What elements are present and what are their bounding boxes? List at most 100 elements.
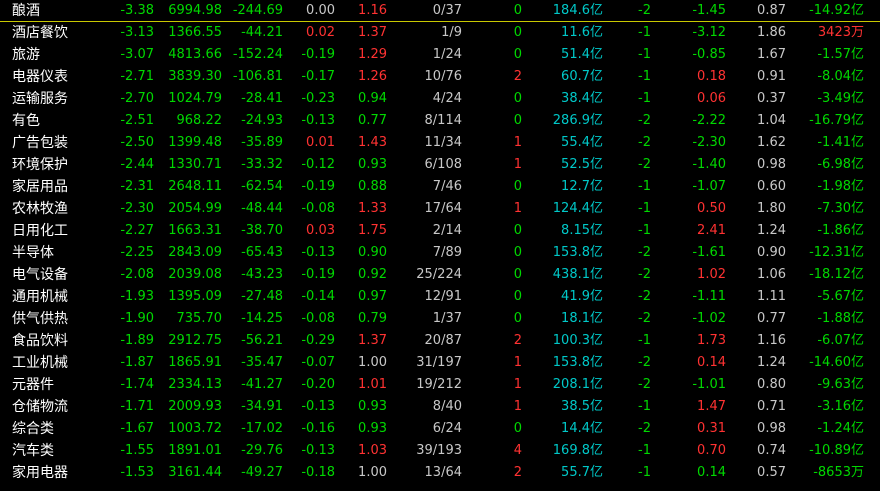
leading-count: 0 bbox=[513, 25, 522, 40]
speed: -0.12 bbox=[301, 157, 335, 172]
change-value: -34.91 bbox=[241, 399, 283, 414]
change-value: -38.70 bbox=[241, 223, 283, 238]
volume-ratio: 0.93 bbox=[358, 157, 387, 172]
net-inflow: -6.07亿 bbox=[817, 333, 864, 348]
speed: -0.08 bbox=[301, 201, 335, 216]
price: 968.22 bbox=[176, 113, 223, 128]
turnover-amount: 55.7亿 bbox=[561, 465, 603, 480]
table-row[interactable]: 旅游 -3.07 4813.66 -152.24 -0.19 1.29 1/24 0 51.4亿… bbox=[0, 44, 880, 66]
turnover-amount: 55.4亿 bbox=[561, 135, 603, 150]
change-value: -44.21 bbox=[241, 25, 283, 40]
turnover-amount: 41.9亿 bbox=[561, 289, 603, 304]
rank-change: -2 bbox=[638, 355, 651, 370]
turnover-amount: 60.7亿 bbox=[561, 69, 603, 84]
table-row[interactable]: 环境保护 -2.44 1330.71 -33.32 -0.12 0.93 6/108 1 52.… bbox=[0, 154, 880, 176]
table-row[interactable]: 有色 -2.51 968.22 -24.93 -0.13 0.77 8/114 0 286.9亿… bbox=[0, 110, 880, 132]
volume-ratio: 1.03 bbox=[358, 443, 387, 458]
table-row[interactable]: 综合类 -1.67 1003.72 -17.02 -0.16 0.93 6/24 0 14.4亿… bbox=[0, 418, 880, 440]
price: 3161.44 bbox=[168, 465, 222, 480]
turnover-rate: 0.90 bbox=[757, 245, 786, 260]
period-change: 1.02 bbox=[697, 267, 726, 282]
table-row[interactable]: 日用化工 -2.27 1663.31 -38.70 0.03 1.75 2/14 0 8.15亿… bbox=[0, 220, 880, 242]
change-value: -28.41 bbox=[241, 91, 283, 106]
table-row[interactable]: 家居用品 -2.31 2648.11 -62.54 -0.19 0.88 7/46 0 12.7… bbox=[0, 176, 880, 198]
sector-name: 汽车类 bbox=[12, 443, 54, 459]
table-row[interactable]: 运输服务 -2.70 1024.79 -28.41 -0.23 0.94 4/24 0 38.4… bbox=[0, 88, 880, 110]
turnover-rate: 1.80 bbox=[757, 201, 786, 216]
table-row[interactable]: 工业机械 -1.87 1865.91 -35.47 -0.07 1.00 31/197 1 15… bbox=[0, 352, 880, 374]
turnover-rate: 1.67 bbox=[757, 47, 786, 62]
leading-count: 0 bbox=[513, 113, 522, 128]
speed: -0.23 bbox=[301, 91, 335, 106]
sector-name: 电器仪表 bbox=[12, 69, 68, 85]
leading-count: 0 bbox=[513, 3, 522, 18]
table-row[interactable]: 电气设备 -2.08 2039.08 -43.23 -0.19 0.92 25/224 0 43… bbox=[0, 264, 880, 286]
change-pct: -2.51 bbox=[120, 113, 154, 128]
speed: -0.19 bbox=[301, 179, 335, 194]
turnover-amount: 124.4亿 bbox=[552, 201, 603, 216]
sector-name: 家居用品 bbox=[12, 179, 68, 195]
net-inflow: -12.31亿 bbox=[809, 245, 864, 260]
table-row[interactable]: 广告包装 -2.50 1399.48 -35.89 0.01 1.43 11/34 1 55.4… bbox=[0, 132, 880, 154]
net-inflow: -1.86亿 bbox=[817, 223, 864, 238]
leading-count: 0 bbox=[513, 223, 522, 238]
turnover-rate: 1.16 bbox=[757, 333, 786, 348]
turnover-rate: 0.57 bbox=[757, 465, 786, 480]
turnover-amount: 438.1亿 bbox=[552, 267, 603, 282]
table-row[interactable]: 仓储物流 -1.71 2009.93 -34.91 -0.13 0.93 8/40 1 38.5… bbox=[0, 396, 880, 418]
change-pct: -1.87 bbox=[120, 355, 154, 370]
turnover-amount: 18.1亿 bbox=[561, 311, 603, 326]
table-row[interactable]: 农林牧渔 -2.30 2054.99 -48.44 -0.08 1.33 17/64 1 124… bbox=[0, 198, 880, 220]
turnover-amount: 38.4亿 bbox=[561, 91, 603, 106]
change-pct: -2.27 bbox=[120, 223, 154, 238]
volume-ratio: 1.00 bbox=[358, 355, 387, 370]
change-pct: -3.07 bbox=[120, 47, 154, 62]
up-total-count: 0/37 bbox=[432, 3, 462, 18]
leading-count: 0 bbox=[513, 289, 522, 304]
price: 1663.31 bbox=[168, 223, 222, 238]
sector-name: 半导体 bbox=[12, 245, 54, 261]
sector-name: 仓储物流 bbox=[12, 399, 68, 415]
price: 1366.55 bbox=[168, 25, 222, 40]
price: 2843.09 bbox=[168, 245, 222, 260]
turnover-amount: 169.8亿 bbox=[552, 443, 603, 458]
change-pct: -1.93 bbox=[120, 289, 154, 304]
speed: -0.19 bbox=[301, 267, 335, 282]
turnover-rate: 0.37 bbox=[757, 91, 786, 106]
speed: 0.00 bbox=[306, 3, 335, 18]
change-value: -106.81 bbox=[232, 69, 283, 84]
rank-change: -1 bbox=[638, 399, 651, 414]
volume-ratio: 1.43 bbox=[358, 135, 387, 150]
leading-count: 0 bbox=[513, 267, 522, 282]
table-row[interactable]: 通用机械 -1.93 1395.09 -27.48 -0.14 0.97 12/91 0 41.… bbox=[0, 286, 880, 308]
change-value: -152.24 bbox=[232, 47, 283, 62]
change-value: -33.32 bbox=[241, 157, 283, 172]
period-change: -1.45 bbox=[692, 3, 726, 18]
period-change: -1.11 bbox=[692, 289, 726, 304]
table-row[interactable]: 汽车类 -1.55 1891.01 -29.76 -0.13 1.03 39/193 4 169… bbox=[0, 440, 880, 462]
table-row[interactable]: 供气供热 -1.90 735.70 -14.25 -0.08 0.79 1/37 0 18.1亿… bbox=[0, 308, 880, 330]
volume-ratio: 0.77 bbox=[358, 113, 387, 128]
table-row[interactable]: 电器仪表 -2.71 3839.30 -106.81 -0.17 1.26 10/76 2 60… bbox=[0, 66, 880, 88]
net-inflow: -1.24亿 bbox=[817, 421, 864, 436]
price: 2334.13 bbox=[168, 377, 222, 392]
speed: 0.03 bbox=[306, 223, 335, 238]
table-row[interactable]: 食品饮料 -1.89 2912.75 -56.21 -0.29 1.37 20/87 2 100… bbox=[0, 330, 880, 352]
table-row[interactable]: 酒店餐饮 -3.13 1366.55 -44.21 0.02 1.37 1/9 0 11.6亿 -… bbox=[0, 22, 880, 44]
table-row[interactable]: 家用电器 -1.53 3161.44 -49.27 -0.18 1.00 13/64 2 55.… bbox=[0, 462, 880, 484]
turnover-rate: 1.11 bbox=[757, 289, 786, 304]
up-total-count: 13/64 bbox=[424, 465, 462, 480]
period-change: 0.31 bbox=[697, 421, 726, 436]
up-total-count: 1/24 bbox=[432, 47, 462, 62]
leading-count: 1 bbox=[513, 355, 522, 370]
table-row[interactable]: 酿酒 -3.38 6994.98 -244.69 0.00 1.16 0/37 0 184.6亿… bbox=[0, 0, 880, 22]
volume-ratio: 1.37 bbox=[358, 25, 387, 40]
table-row[interactable]: 元器件 -1.74 2334.13 -41.27 -0.20 1.01 19/212 1 208… bbox=[0, 374, 880, 396]
sector-name: 综合类 bbox=[12, 421, 54, 437]
table-row[interactable]: 半导体 -2.25 2843.09 -65.43 -0.13 0.90 7/89 0 153.8… bbox=[0, 242, 880, 264]
change-pct: -3.38 bbox=[120, 3, 154, 18]
turnover-rate: 1.24 bbox=[757, 355, 786, 370]
sector-name: 元器件 bbox=[12, 377, 54, 393]
speed: -0.17 bbox=[301, 69, 335, 84]
net-inflow: -1.88亿 bbox=[817, 311, 864, 326]
